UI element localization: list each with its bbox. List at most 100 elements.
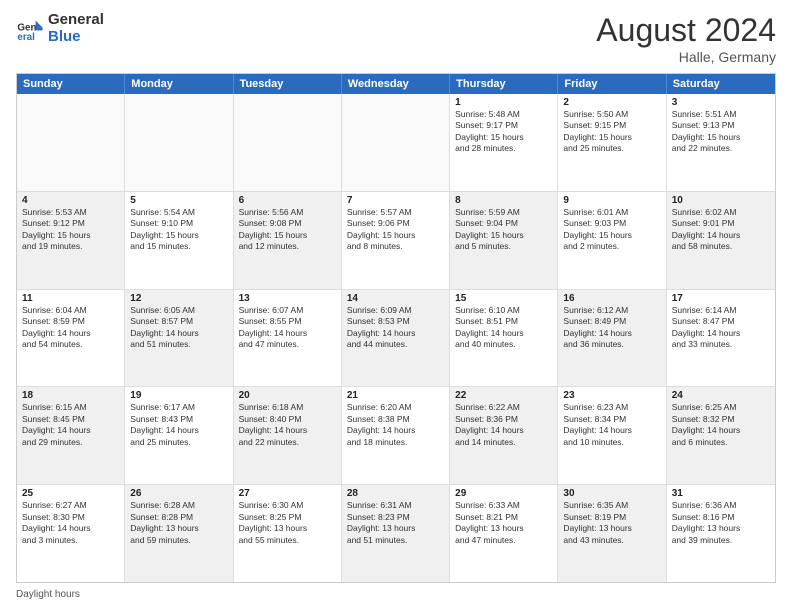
day-number: 28 [347,488,444,499]
day-number: 14 [347,293,444,304]
calendar-cell: 31Sunrise: 6:36 AM Sunset: 8:16 PM Dayli… [667,485,775,582]
calendar-body: 1Sunrise: 5:48 AM Sunset: 9:17 PM Daylig… [17,94,775,582]
day-number: 2 [563,97,660,108]
day-number: 23 [563,390,660,401]
day-info: Sunrise: 6:15 AM Sunset: 8:45 PM Dayligh… [22,402,119,448]
day-info: Sunrise: 5:57 AM Sunset: 9:06 PM Dayligh… [347,207,444,253]
logo-blue-text: Blue [48,29,104,46]
day-number: 30 [563,488,660,499]
day-number: 9 [563,195,660,206]
calendar-cell: 18Sunrise: 6:15 AM Sunset: 8:45 PM Dayli… [17,387,125,484]
calendar-cell: 28Sunrise: 6:31 AM Sunset: 8:23 PM Dayli… [342,485,450,582]
day-number: 16 [563,293,660,304]
day-info: Sunrise: 6:25 AM Sunset: 8:32 PM Dayligh… [672,402,770,448]
day-number: 22 [455,390,552,401]
calendar-cell: 3Sunrise: 5:51 AM Sunset: 9:13 PM Daylig… [667,94,775,191]
day-number: 19 [130,390,227,401]
calendar-cell: 23Sunrise: 6:23 AM Sunset: 8:34 PM Dayli… [558,387,666,484]
calendar-header: SundayMondayTuesdayWednesdayThursdayFrid… [17,74,775,94]
calendar-cell: 11Sunrise: 6:04 AM Sunset: 8:59 PM Dayli… [17,290,125,387]
day-info: Sunrise: 6:02 AM Sunset: 9:01 PM Dayligh… [672,207,770,253]
calendar-header-cell: Saturday [667,74,775,94]
footer: Daylight hours [16,589,776,600]
day-number: 18 [22,390,119,401]
day-info: Sunrise: 6:31 AM Sunset: 8:23 PM Dayligh… [347,500,444,546]
day-number: 15 [455,293,552,304]
day-info: Sunrise: 6:10 AM Sunset: 8:51 PM Dayligh… [455,305,552,351]
logo: Gen eral General Blue [16,12,104,45]
calendar-cell: 24Sunrise: 6:25 AM Sunset: 8:32 PM Dayli… [667,387,775,484]
day-number: 3 [672,97,770,108]
calendar-cell: 4Sunrise: 5:53 AM Sunset: 9:12 PM Daylig… [17,192,125,289]
daylight-label: Daylight hours [16,589,80,600]
day-info: Sunrise: 6:17 AM Sunset: 8:43 PM Dayligh… [130,402,227,448]
day-info: Sunrise: 6:27 AM Sunset: 8:30 PM Dayligh… [22,500,119,546]
title-block: August 2024 Halle, Germany [596,12,776,65]
day-number: 13 [239,293,336,304]
day-info: Sunrise: 5:50 AM Sunset: 9:15 PM Dayligh… [563,109,660,155]
day-number: 4 [22,195,119,206]
day-info: Sunrise: 5:54 AM Sunset: 9:10 PM Dayligh… [130,207,227,253]
calendar-cell: 16Sunrise: 6:12 AM Sunset: 8:49 PM Dayli… [558,290,666,387]
calendar-cell: 5Sunrise: 5:54 AM Sunset: 9:10 PM Daylig… [125,192,233,289]
calendar-cell [17,94,125,191]
calendar-row: 1Sunrise: 5:48 AM Sunset: 9:17 PM Daylig… [17,94,775,192]
day-number: 20 [239,390,336,401]
day-number: 31 [672,488,770,499]
day-number: 29 [455,488,552,499]
calendar-cell: 8Sunrise: 5:59 AM Sunset: 9:04 PM Daylig… [450,192,558,289]
day-number: 5 [130,195,227,206]
calendar-header-cell: Monday [125,74,233,94]
day-number: 25 [22,488,119,499]
calendar: SundayMondayTuesdayWednesdayThursdayFrid… [16,73,776,583]
calendar-cell: 21Sunrise: 6:20 AM Sunset: 8:38 PM Dayli… [342,387,450,484]
calendar-cell: 1Sunrise: 5:48 AM Sunset: 9:17 PM Daylig… [450,94,558,191]
day-info: Sunrise: 6:07 AM Sunset: 8:55 PM Dayligh… [239,305,336,351]
svg-text:eral: eral [17,32,35,43]
calendar-cell: 29Sunrise: 6:33 AM Sunset: 8:21 PM Dayli… [450,485,558,582]
day-number: 17 [672,293,770,304]
day-info: Sunrise: 6:01 AM Sunset: 9:03 PM Dayligh… [563,207,660,253]
calendar-cell: 6Sunrise: 5:56 AM Sunset: 9:08 PM Daylig… [234,192,342,289]
day-info: Sunrise: 6:28 AM Sunset: 8:28 PM Dayligh… [130,500,227,546]
page: Gen eral General Blue August 2024 Halle,… [0,0,792,612]
day-info: Sunrise: 6:30 AM Sunset: 8:25 PM Dayligh… [239,500,336,546]
day-number: 10 [672,195,770,206]
month-year: August 2024 [596,12,776,49]
calendar-cell: 27Sunrise: 6:30 AM Sunset: 8:25 PM Dayli… [234,485,342,582]
day-info: Sunrise: 5:51 AM Sunset: 9:13 PM Dayligh… [672,109,770,155]
day-info: Sunrise: 5:53 AM Sunset: 9:12 PM Dayligh… [22,207,119,253]
day-number: 27 [239,488,336,499]
day-number: 12 [130,293,227,304]
day-info: Sunrise: 6:36 AM Sunset: 8:16 PM Dayligh… [672,500,770,546]
day-number: 26 [130,488,227,499]
location: Halle, Germany [596,49,776,65]
calendar-cell: 19Sunrise: 6:17 AM Sunset: 8:43 PM Dayli… [125,387,233,484]
day-info: Sunrise: 6:09 AM Sunset: 8:53 PM Dayligh… [347,305,444,351]
calendar-cell: 12Sunrise: 6:05 AM Sunset: 8:57 PM Dayli… [125,290,233,387]
day-info: Sunrise: 6:05 AM Sunset: 8:57 PM Dayligh… [130,305,227,351]
calendar-cell: 25Sunrise: 6:27 AM Sunset: 8:30 PM Dayli… [17,485,125,582]
logo-icon: Gen eral [16,15,44,43]
day-info: Sunrise: 6:12 AM Sunset: 8:49 PM Dayligh… [563,305,660,351]
calendar-row: 25Sunrise: 6:27 AM Sunset: 8:30 PM Dayli… [17,485,775,582]
day-number: 24 [672,390,770,401]
calendar-cell: 22Sunrise: 6:22 AM Sunset: 8:36 PM Dayli… [450,387,558,484]
header: Gen eral General Blue August 2024 Halle,… [16,12,776,65]
day-info: Sunrise: 6:14 AM Sunset: 8:47 PM Dayligh… [672,305,770,351]
day-info: Sunrise: 5:48 AM Sunset: 9:17 PM Dayligh… [455,109,552,155]
calendar-cell: 9Sunrise: 6:01 AM Sunset: 9:03 PM Daylig… [558,192,666,289]
calendar-cell [342,94,450,191]
calendar-cell: 17Sunrise: 6:14 AM Sunset: 8:47 PM Dayli… [667,290,775,387]
calendar-row: 4Sunrise: 5:53 AM Sunset: 9:12 PM Daylig… [17,192,775,290]
calendar-cell: 7Sunrise: 5:57 AM Sunset: 9:06 PM Daylig… [342,192,450,289]
day-info: Sunrise: 6:18 AM Sunset: 8:40 PM Dayligh… [239,402,336,448]
day-number: 1 [455,97,552,108]
day-info: Sunrise: 6:04 AM Sunset: 8:59 PM Dayligh… [22,305,119,351]
logo-general-text: General [48,12,104,29]
calendar-cell: 2Sunrise: 5:50 AM Sunset: 9:15 PM Daylig… [558,94,666,191]
calendar-cell: 30Sunrise: 6:35 AM Sunset: 8:19 PM Dayli… [558,485,666,582]
calendar-cell: 14Sunrise: 6:09 AM Sunset: 8:53 PM Dayli… [342,290,450,387]
logo-text: General Blue [48,12,104,45]
calendar-cell [234,94,342,191]
